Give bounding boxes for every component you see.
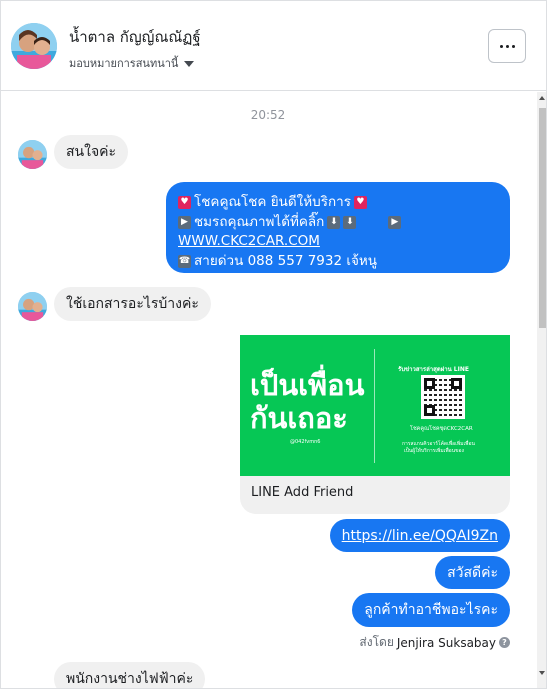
scroll-up-icon[interactable] — [539, 96, 545, 100]
sent-by-label: ส่งโดย — [359, 635, 394, 649]
sent-by-info: ส่งโดย Jenjira Suksabay ? — [359, 633, 510, 652]
outgoing-message[interactable]: ♥ โชคคูณโชค ยินดีให้บริการ ♥ ▶ ชมรถคุณภา… — [166, 182, 510, 273]
qr-account-name: โชคคูณโชคชุดCKC2CAR — [410, 426, 473, 432]
message-text: ลูกค้าทำอาชีพอะไรคะ — [364, 602, 498, 618]
assign-conversation-label: มอบหมายการสนทนานี้ — [69, 57, 179, 70]
avatar-photo — [18, 140, 47, 169]
scroll-down-icon[interactable] — [539, 671, 545, 675]
incoming-message[interactable]: ใช้เอกสารอะไรบ้างค่ะ — [54, 287, 211, 321]
assign-conversation-dropdown[interactable]: มอบหมายการสนทนานี้ — [69, 54, 195, 72]
down-arrow-emoji-icon: ⬇ — [343, 215, 357, 229]
message-text: ใช้เอกสารอะไรบ้างค่ะ — [66, 296, 199, 312]
card-title[interactable]: LINE Add Friend — [251, 485, 353, 500]
qr-code-icon — [421, 375, 465, 419]
play-emoji-icon: ▶ — [388, 215, 402, 229]
message-line: WWW.CKC2CAR.COM — [178, 232, 498, 252]
message-text: สนใจค่ะ — [66, 144, 117, 160]
down-arrow-emoji-icon: ⬇ — [327, 215, 341, 229]
more-dot — [511, 44, 515, 48]
help-icon[interactable]: ? — [499, 637, 510, 648]
line-id-text: @042fvmn6 — [290, 439, 321, 445]
message-line: ♥ โชคคูณโชค ยินดีให้บริการ ♥ — [178, 193, 498, 213]
incoming-message[interactable]: สนใจค่ะ — [54, 135, 129, 169]
contact-name[interactable]: น้ำตาล กัญญ์ณณัฏฐ์ — [69, 25, 201, 49]
incoming-message[interactable]: พนักงานช่างไฟฟ้าค่ะ — [54, 662, 206, 688]
customer-avatar[interactable] — [18, 140, 47, 169]
heart-emoji-icon: ♥ — [353, 196, 367, 210]
outgoing-message[interactable]: https://lin.ee/QQAI9Zn — [329, 519, 510, 552]
outgoing-message[interactable]: ลูกค้าทำอาชีพอะไรคะ — [352, 593, 510, 627]
card-divider — [374, 349, 375, 463]
qr-corner — [424, 405, 435, 416]
qr-caption: รับข่าวสารล่าสุดผ่าน LINE — [398, 366, 469, 373]
line-add-friend-card[interactable]: เป็นเพื่อน กันเถอะ @042fvmn6 รับข่าวสารล… — [240, 335, 510, 514]
line-qr-image[interactable]: เป็นเพื่อน กันเถอะ @042fvmn6 รับข่าวสารล… — [240, 335, 510, 476]
message-text: สวัสดีค่ะ — [447, 564, 498, 581]
more-options-button[interactable] — [488, 29, 526, 63]
message-text: โชคคูณโชค ยินดีให้บริการ — [194, 194, 351, 210]
play-emoji-icon: ▶ — [178, 215, 191, 229]
card-headline-line: เป็นเพื่อน — [250, 368, 365, 402]
customer-avatar[interactable] — [18, 292, 47, 321]
scroll-thumb[interactable] — [539, 108, 546, 328]
avatar-photo — [11, 23, 57, 69]
more-dot — [505, 44, 509, 48]
messenger-conversation-window: น้ำตาล กัญญ์ณณัฏฐ์ มอบหมายการสนทนานี้ 20… — [0, 0, 547, 689]
heart-emoji-icon: ♥ — [178, 196, 191, 210]
card-headline: เป็นเพื่อน กันเถอะ — [250, 369, 364, 435]
message-text: ชมรถคุณภาพได้ที่คลิ๊ก — [194, 213, 325, 230]
more-horizontal-icon — [499, 44, 503, 48]
qr-corner — [424, 378, 435, 389]
caret-down-icon — [184, 60, 195, 67]
contact-avatar[interactable] — [11, 23, 57, 69]
qr-corner — [451, 378, 462, 389]
line-link[interactable]: https://lin.ee/QQAI9Zn — [342, 528, 498, 544]
conversation-header: น้ำตาล กัญญ์ณณัฏฐ์ มอบหมายการสนทนานี้ — [1, 1, 546, 91]
message-line: ☎ สายด่วน 088 557 7932 เจ้หนู — [178, 252, 498, 272]
avatar-photo — [18, 292, 47, 321]
card-headline-line: กันเถอะ — [250, 401, 348, 435]
website-link[interactable]: WWW.CKC2CAR.COM — [178, 232, 320, 252]
phone-emoji-icon: ☎ — [178, 254, 191, 268]
message-line: ▶ ชมรถคุณภาพได้ที่คลิ๊ก ⬇ ⬇ ▶ — [178, 213, 498, 233]
message-timestamp: 20:52 — [250, 108, 286, 122]
message-thread: 20:52 สนใจค่ะ ♥ โชคคูณโชค ยินดีให้บริการ… — [1, 92, 535, 688]
message-text: สายด่วน 088 557 7932 เจ้หนู — [194, 252, 378, 269]
message-text: พนักงานช่างไฟฟ้าค่ะ — [66, 671, 194, 687]
qr-fine-print: เป็นผู้ให้บริการเพิ่มเพื่อนของ — [404, 448, 464, 454]
chat-scrollbar[interactable] — [537, 92, 546, 688]
sent-by-name: Jenjira Suksabay — [396, 635, 496, 650]
outgoing-message[interactable]: สวัสดีค่ะ — [435, 556, 510, 589]
